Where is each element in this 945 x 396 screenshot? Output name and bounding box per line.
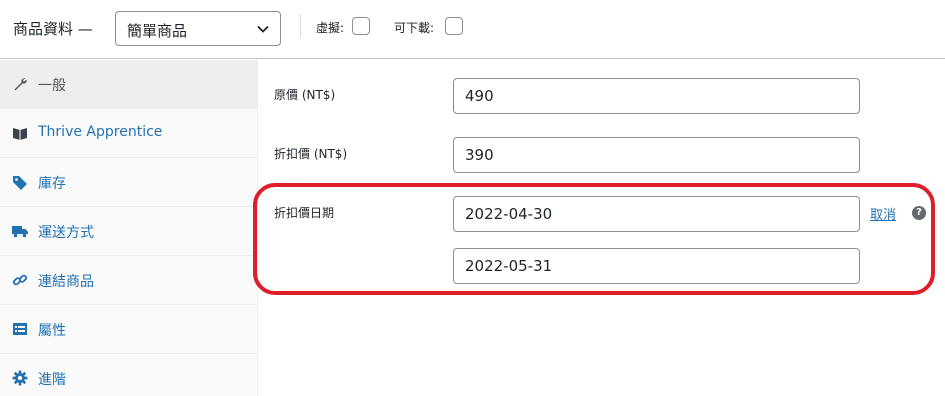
product-data-header: 商品資料 — 簡單商品 虛擬: 可下載: <box>0 0 945 59</box>
sidebar-item-label: Thrive Apprentice <box>38 124 163 140</box>
sidebar-item-inventory[interactable]: 庫存 <box>0 158 258 207</box>
tag-icon <box>13 176 27 190</box>
product-type-select[interactable]: 簡單商品 <box>115 11 281 46</box>
regular-price-label: 原價 (NT$) <box>274 88 336 102</box>
sidebar-item-label: 屬性 <box>38 323 66 339</box>
sidebar-item-label: 進階 <box>38 372 66 388</box>
wrench-icon <box>14 78 27 91</box>
sale-date-from-input[interactable]: 2022-04-30 <box>453 196 860 232</box>
sidebar-item-attributes[interactable]: 屬性 <box>0 305 258 354</box>
virtual-checkbox[interactable] <box>352 17 370 35</box>
cancel-schedule-link[interactable]: 取消 <box>870 204 896 223</box>
sale-date-to-input[interactable]: 2022-05-31 <box>453 248 860 284</box>
link-icon <box>12 274 28 286</box>
sidebar-item-label: 運送方式 <box>38 225 94 241</box>
help-icon[interactable]: ? <box>912 206 926 220</box>
sidebar-item-thrive-apprentice[interactable]: Thrive Apprentice <box>0 109 258 158</box>
regular-price-input[interactable]: 490 <box>453 78 860 114</box>
sale-price-input[interactable]: 390 <box>453 137 860 173</box>
sidebar-item-general[interactable]: 一般 <box>0 60 258 109</box>
sidebar-item-label: 一般 <box>38 78 66 94</box>
virtual-label: 虛擬: <box>316 21 345 35</box>
downloadable-label: 可下載: <box>394 21 435 35</box>
sidebar-item-label: 庫存 <box>38 176 66 192</box>
sale-price-label: 折扣價 (NT$) <box>274 147 348 161</box>
sale-dates-label: 折扣價日期 <box>274 206 335 220</box>
downloadable-checkbox[interactable] <box>445 17 463 35</box>
product-data-tabs: 一般 Thrive Apprentice 庫存 運送方式 連結商品 屬性 進階 <box>0 60 258 396</box>
chevron-down-icon <box>257 25 269 33</box>
sidebar-item-advanced[interactable]: 進階 <box>0 354 258 396</box>
truck-icon <box>12 226 28 238</box>
product-type-value: 簡單商品 <box>127 22 188 40</box>
book-icon <box>13 128 27 140</box>
sidebar-item-shipping[interactable]: 運送方式 <box>0 207 258 256</box>
sidebar-item-linked-products[interactable]: 連結商品 <box>0 256 258 305</box>
list-icon <box>13 323 27 335</box>
sidebar-item-label: 連結商品 <box>38 274 94 290</box>
header-divider <box>300 14 301 38</box>
gear-icon <box>12 370 28 386</box>
product-data-title: 商品資料 — <box>13 20 93 38</box>
